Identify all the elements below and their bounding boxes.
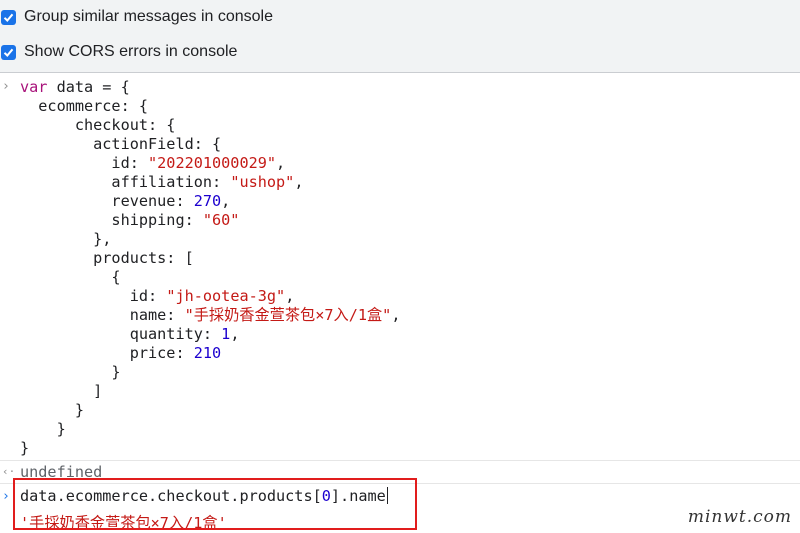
code-line: } — [20, 401, 85, 419]
code-line: name: "手採奶香金萱茶包×7入/1盒", — [20, 306, 401, 324]
group-similar-label: Group similar messages in console — [24, 8, 273, 25]
code-line: } — [20, 439, 30, 457]
console-divider — [0, 460, 800, 461]
code-line: var data = { — [20, 78, 130, 96]
show-cors-option[interactable]: Show CORS errors in console — [0, 39, 237, 65]
input-prompt-icon: › — [2, 489, 10, 504]
return-value-icon: ‹· — [2, 465, 16, 478]
check-icon — [3, 48, 14, 57]
watermark: minwt.com — [687, 507, 792, 527]
code-line: ] — [20, 382, 103, 400]
input-prompt-icon: › — [2, 79, 10, 94]
code-line: revenue: 270, — [20, 192, 231, 210]
code-line: price: 210 — [20, 344, 222, 362]
code-line: { — [20, 268, 121, 286]
code-line: id: "jh-ootea-3g", — [20, 287, 295, 305]
code-line: }, — [20, 230, 112, 248]
code-line: actionField: { — [20, 135, 222, 153]
code-line: affiliation: "ushop", — [20, 173, 304, 191]
console-output-area: › var data = { ecommerce: { checkout: { … — [0, 73, 800, 533]
group-similar-option[interactable]: Group similar messages in console — [0, 4, 273, 30]
code-line: } — [20, 363, 121, 381]
code-line: shipping: "60" — [20, 211, 240, 229]
console-settings-panel: Group similar messages in console Show C… — [0, 0, 800, 73]
code-line: checkout: { — [20, 116, 176, 134]
code-line: products: [ — [20, 249, 194, 267]
code-line: ecommerce: { — [20, 97, 149, 115]
show-cors-label: Show CORS errors in console — [24, 43, 238, 60]
group-similar-checkbox[interactable] — [1, 9, 16, 25]
show-cors-checkbox[interactable] — [1, 44, 16, 60]
code-line: quantity: 1, — [20, 325, 240, 343]
check-icon — [3, 13, 14, 22]
code-line: id: "202201000029", — [20, 154, 286, 172]
code-line: } — [20, 420, 66, 438]
highlight-annotation-box — [13, 478, 417, 530]
